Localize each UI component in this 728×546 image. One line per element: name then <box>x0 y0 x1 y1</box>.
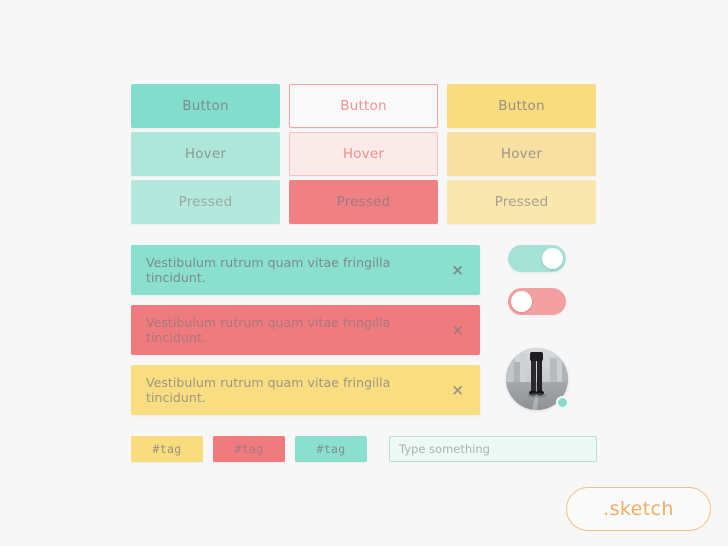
toggle-knob <box>511 291 532 312</box>
status-dot-online <box>556 396 569 409</box>
button-label: Button <box>182 98 229 114</box>
button-label: Hover <box>342 146 385 162</box>
alert-list: Vestibulum rutrum quam vitae fringilla t… <box>131 245 480 425</box>
button-pink-hover[interactable]: Hover <box>289 132 438 176</box>
alert-message: Vestibulum rutrum quam vitae fringilla t… <box>146 375 391 405</box>
toggle-switch-on[interactable] <box>508 245 566 272</box>
sketch-badge-label: .sketch <box>603 498 674 520</box>
text-input[interactable] <box>389 436 597 462</box>
toggle-switch-off[interactable] <box>508 288 566 315</box>
avatar-with-status[interactable] <box>506 348 569 410</box>
tag-label: #tag <box>316 442 346 456</box>
button-label: Button <box>340 98 387 114</box>
alert-message: Vestibulum rutrum quam vitae fringilla t… <box>146 255 391 285</box>
button-label: Pressed <box>336 194 391 210</box>
toggle-group <box>508 245 566 331</box>
sketch-badge[interactable]: .sketch <box>566 487 711 531</box>
alert-message: Vestibulum rutrum quam vitae fringilla t… <box>146 315 391 345</box>
alert-teal: Vestibulum rutrum quam vitae fringilla t… <box>131 245 480 295</box>
tag-chip-teal[interactable]: #tag <box>295 436 367 462</box>
button-pink-pressed[interactable]: Pressed <box>289 180 438 224</box>
toggle-knob <box>542 248 563 269</box>
button-teal-hover[interactable]: Hover <box>131 132 280 176</box>
button-label: Pressed <box>494 194 549 210</box>
alert-yellow: Vestibulum rutrum quam vitae fringilla t… <box>131 365 480 415</box>
button-pink-default[interactable]: Button <box>289 84 438 128</box>
close-icon[interactable]: × <box>443 319 466 342</box>
button-state-grid: Button Button Button Hover Hover Hover P… <box>131 84 596 224</box>
ui-kit-canvas: { "canvas": { "background_color": "#f7f7… <box>0 0 728 546</box>
button-label: Hover <box>184 146 227 162</box>
tag-chip-pink[interactable]: #tag <box>213 436 285 462</box>
button-teal-default[interactable]: Button <box>131 84 280 128</box>
button-yellow-default[interactable]: Button <box>447 84 596 128</box>
tag-list: #tag #tag #tag <box>131 436 367 462</box>
tag-chip-yellow[interactable]: #tag <box>131 436 203 462</box>
tag-label: #tag <box>152 442 182 456</box>
button-label: Button <box>498 98 545 114</box>
close-icon[interactable]: × <box>443 259 466 282</box>
button-label: Hover <box>500 146 543 162</box>
button-teal-pressed[interactable]: Pressed <box>131 180 280 224</box>
tag-label: #tag <box>234 442 264 456</box>
button-yellow-hover[interactable]: Hover <box>447 132 596 176</box>
alert-pink: Vestibulum rutrum quam vitae fringilla t… <box>131 305 480 355</box>
close-icon[interactable]: × <box>443 379 466 402</box>
button-yellow-pressed[interactable]: Pressed <box>447 180 596 224</box>
button-label: Pressed <box>178 194 233 210</box>
